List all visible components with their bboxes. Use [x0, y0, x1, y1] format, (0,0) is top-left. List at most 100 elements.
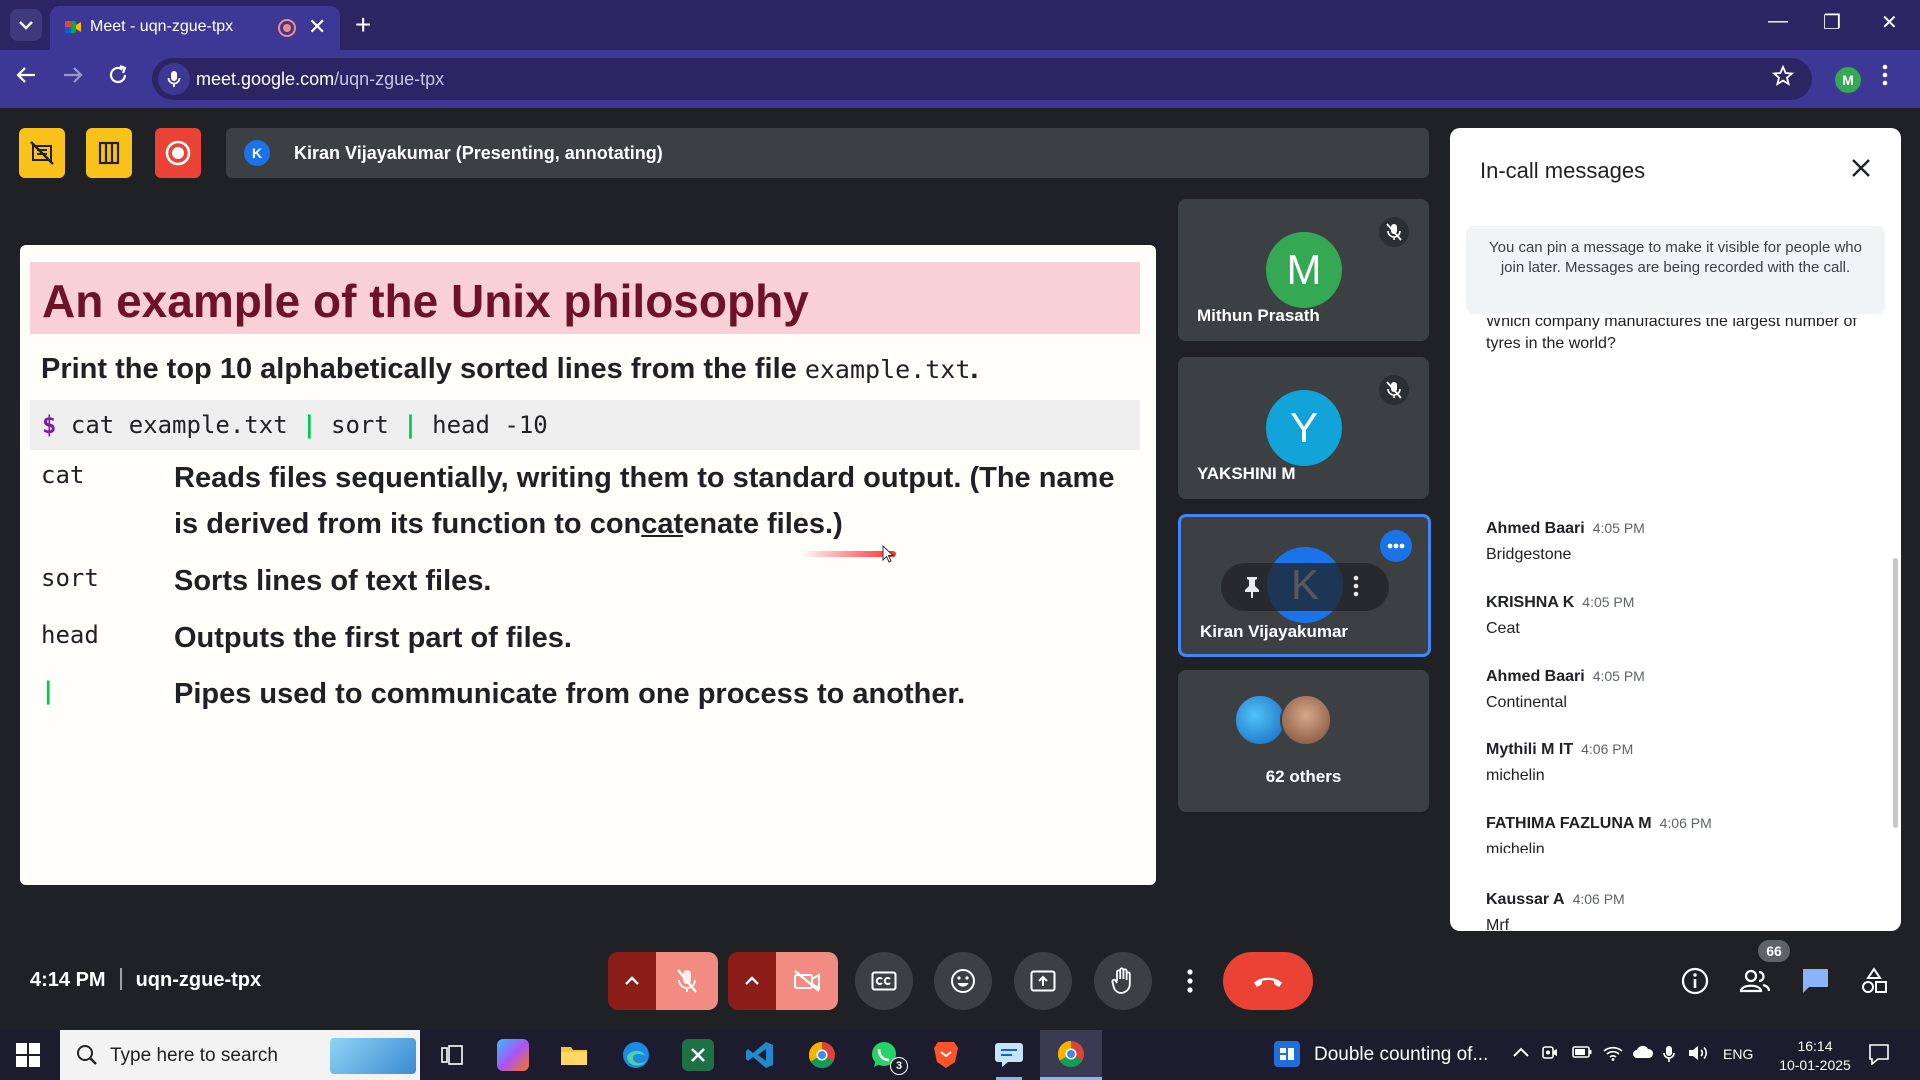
in-call-messages-panel: In-call messages You can pin a message t…	[1450, 128, 1901, 934]
chrome-meet-active-window[interactable]	[1040, 1030, 1102, 1080]
chrome-button[interactable]	[806, 1039, 838, 1071]
more-vert-icon	[1187, 969, 1193, 993]
profile-avatar[interactable]: M	[1835, 67, 1861, 93]
excel-button[interactable]	[682, 1039, 714, 1071]
folder-icon	[561, 1047, 587, 1065]
search-highlight-image	[330, 1038, 416, 1074]
brave-button[interactable]	[930, 1039, 962, 1071]
news-widget-text[interactable]: Double counting of...	[1314, 1044, 1488, 1066]
browser-tab-meet[interactable]: Meet - uqn-zgue-tpx ✕	[50, 6, 340, 50]
hand-icon	[1111, 967, 1131, 994]
tray-overflow-button[interactable]	[1513, 1044, 1529, 1061]
url-text[interactable]: meet.google.com/uqn-zgue-tpx	[196, 69, 444, 90]
notification-center-button[interactable]	[1868, 1043, 1890, 1069]
chat-button[interactable]	[1797, 963, 1833, 999]
hide-tiles-button[interactable]	[19, 128, 65, 178]
chat-title: In-call messages	[1480, 158, 1646, 183]
chat-message-text: michelin	[1486, 841, 1545, 853]
chat-message: KRISHNA K 4:05 PM Ceat	[1486, 594, 1634, 638]
participant-tile-active[interactable]: K Kiran Vijayakumar	[1178, 514, 1431, 657]
tray-onedrive-icon[interactable]	[1632, 1045, 1654, 1063]
reactions-button[interactable]	[934, 952, 992, 1010]
video-options-button[interactable]	[728, 952, 776, 1010]
meeting-details-separator	[119, 968, 122, 990]
back-button[interactable]	[15, 64, 37, 93]
window-close-button[interactable]: ✕	[1881, 10, 1898, 35]
chat-message-sender: KRISHNA K	[1486, 594, 1575, 611]
taskbar-search[interactable]: Type here to search	[60, 1030, 420, 1080]
tray-mic-icon[interactable]	[1663, 1045, 1675, 1067]
chat-message-sender: FATHIMA FAZLUNA M	[1486, 815, 1652, 832]
task-view-button[interactable]	[436, 1039, 468, 1071]
more-options-button[interactable]	[1175, 952, 1205, 1010]
vscode-button[interactable]	[744, 1039, 776, 1071]
start-button[interactable]	[16, 1043, 40, 1072]
others-tile[interactable]: 62 others	[1178, 670, 1429, 812]
reload-button[interactable]	[107, 64, 129, 93]
leave-call-button[interactable]	[1223, 952, 1313, 1010]
restore-button[interactable]: ❐	[1823, 10, 1841, 35]
microphone-toggle-button[interactable]	[656, 952, 718, 1010]
chat-bubble-icon	[995, 1043, 1023, 1067]
news-widget-icon[interactable]	[1274, 1041, 1300, 1067]
desc-cat-underlined: cat	[641, 508, 684, 540]
meeting-clock: 4:14 PM	[30, 969, 106, 991]
tray-volume-icon[interactable]	[1688, 1045, 1710, 1065]
camera-toggle-button[interactable]	[776, 952, 838, 1010]
captions-button[interactable]	[855, 952, 913, 1010]
edge-button[interactable]	[620, 1039, 652, 1071]
tab-search-button[interactable]	[10, 9, 42, 41]
command-line: $ cat example.txt | sort | head -10	[42, 411, 548, 439]
chat-message-list[interactable]: Which company manufactures the largest n…	[1450, 318, 1901, 853]
participant-tile[interactable]: M Mithun Prasath	[1178, 199, 1429, 341]
captions-icon	[871, 971, 897, 991]
speaking-indicator	[1380, 530, 1412, 562]
address-bar[interactable]: meet.google.com/uqn-zgue-tpx	[152, 58, 1812, 100]
whatsapp-button[interactable]: 3	[868, 1039, 908, 1075]
messaging-app-button[interactable]	[993, 1039, 1025, 1071]
chevron-down-icon	[19, 21, 33, 30]
subtitle-end: .	[970, 353, 979, 385]
chat-scrollbar[interactable]	[1893, 558, 1898, 828]
hang-up-icon	[1254, 977, 1282, 987]
new-tab-button[interactable]: +	[355, 9, 371, 41]
brave-lion-icon	[934, 1042, 958, 1068]
raise-hand-button[interactable]	[1094, 952, 1152, 1010]
bookmark-star-button[interactable]	[1771, 64, 1795, 94]
site-permission-mic-button[interactable]	[158, 63, 190, 95]
present-now-button[interactable]	[1014, 952, 1072, 1010]
browser-menu-button[interactable]	[1882, 62, 1888, 93]
audio-dots-icon	[1387, 543, 1405, 549]
layout-button[interactable]	[86, 128, 132, 178]
tray-language[interactable]: ENG	[1723, 1046, 1753, 1062]
tab-title: Meet - uqn-zgue-tpx	[90, 18, 234, 35]
tray-wifi-icon[interactable]	[1603, 1045, 1623, 1065]
pin-button[interactable]	[1243, 575, 1261, 604]
minimize-button[interactable]: —	[1768, 10, 1788, 33]
tile-more-options-button[interactable]	[1353, 575, 1359, 602]
tray-battery-icon[interactable]	[1572, 1045, 1592, 1062]
star-icon	[1771, 64, 1795, 86]
notification-icon	[1869, 1044, 1889, 1066]
participant-tile[interactable]: Y YAKSHINI M	[1178, 357, 1429, 499]
presentation-slide: An example of the Unix philosophy Print …	[20, 245, 1156, 885]
audio-options-button[interactable]	[608, 952, 656, 1010]
file-explorer-button[interactable]	[558, 1039, 590, 1071]
meeting-info-button[interactable]	[1677, 963, 1713, 999]
taskbar-clock[interactable]: 16:14 10-01-2025	[1770, 1037, 1860, 1075]
forward-button[interactable]	[62, 64, 84, 93]
copilot-icon[interactable]	[497, 1039, 529, 1071]
browser-tab-bar: Meet - uqn-zgue-tpx ✕ + — ❐ ✕	[0, 0, 1920, 50]
tab-close-button[interactable]: ✕	[308, 14, 326, 40]
meeting-code: uqn-zgue-tpx	[135, 969, 262, 991]
chat-message-time: 4:05 PM	[1582, 594, 1635, 610]
mic-off-icon	[677, 969, 697, 993]
cloud-icon	[1633, 1045, 1654, 1058]
tray-camera-icon[interactable]	[1542, 1045, 1558, 1065]
people-button[interactable]	[1737, 963, 1773, 999]
activities-button[interactable]	[1856, 963, 1892, 999]
webcam-icon	[1542, 1046, 1557, 1059]
chat-close-button[interactable]	[1841, 148, 1881, 188]
recording-button[interactable]	[155, 128, 201, 178]
term-sort: sort	[41, 564, 99, 592]
